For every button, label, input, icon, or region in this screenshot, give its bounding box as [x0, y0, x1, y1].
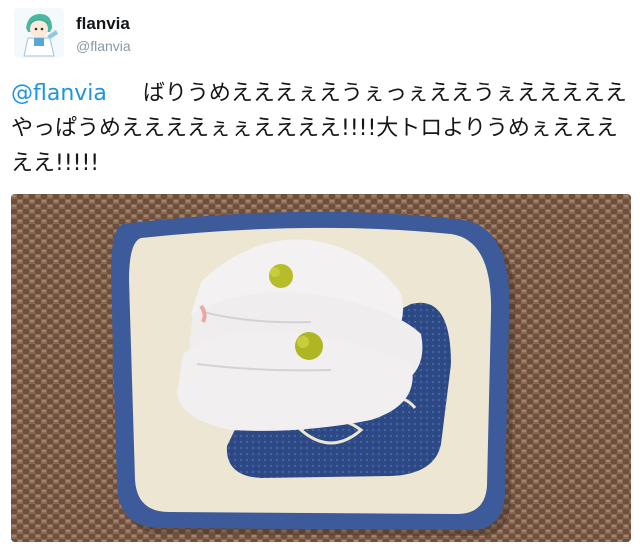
tweet-header: flanvia @flanvia: [12, 6, 612, 62]
anime-character-avatar-icon: [14, 8, 64, 58]
user-handle[interactable]: @flanvia: [76, 38, 131, 54]
tweet-photo[interactable]: [11, 194, 631, 542]
tweet-text: @flanvia ばりうめえええぇえうぇっぇええうぇえええええやっぱうめええええぇ…: [11, 76, 631, 181]
mention-link[interactable]: @flanvia: [11, 81, 107, 106]
sashimi-plate-photo: [11, 194, 631, 542]
user-avatar[interactable]: [14, 8, 64, 58]
display-name[interactable]: flanvia: [76, 14, 130, 34]
